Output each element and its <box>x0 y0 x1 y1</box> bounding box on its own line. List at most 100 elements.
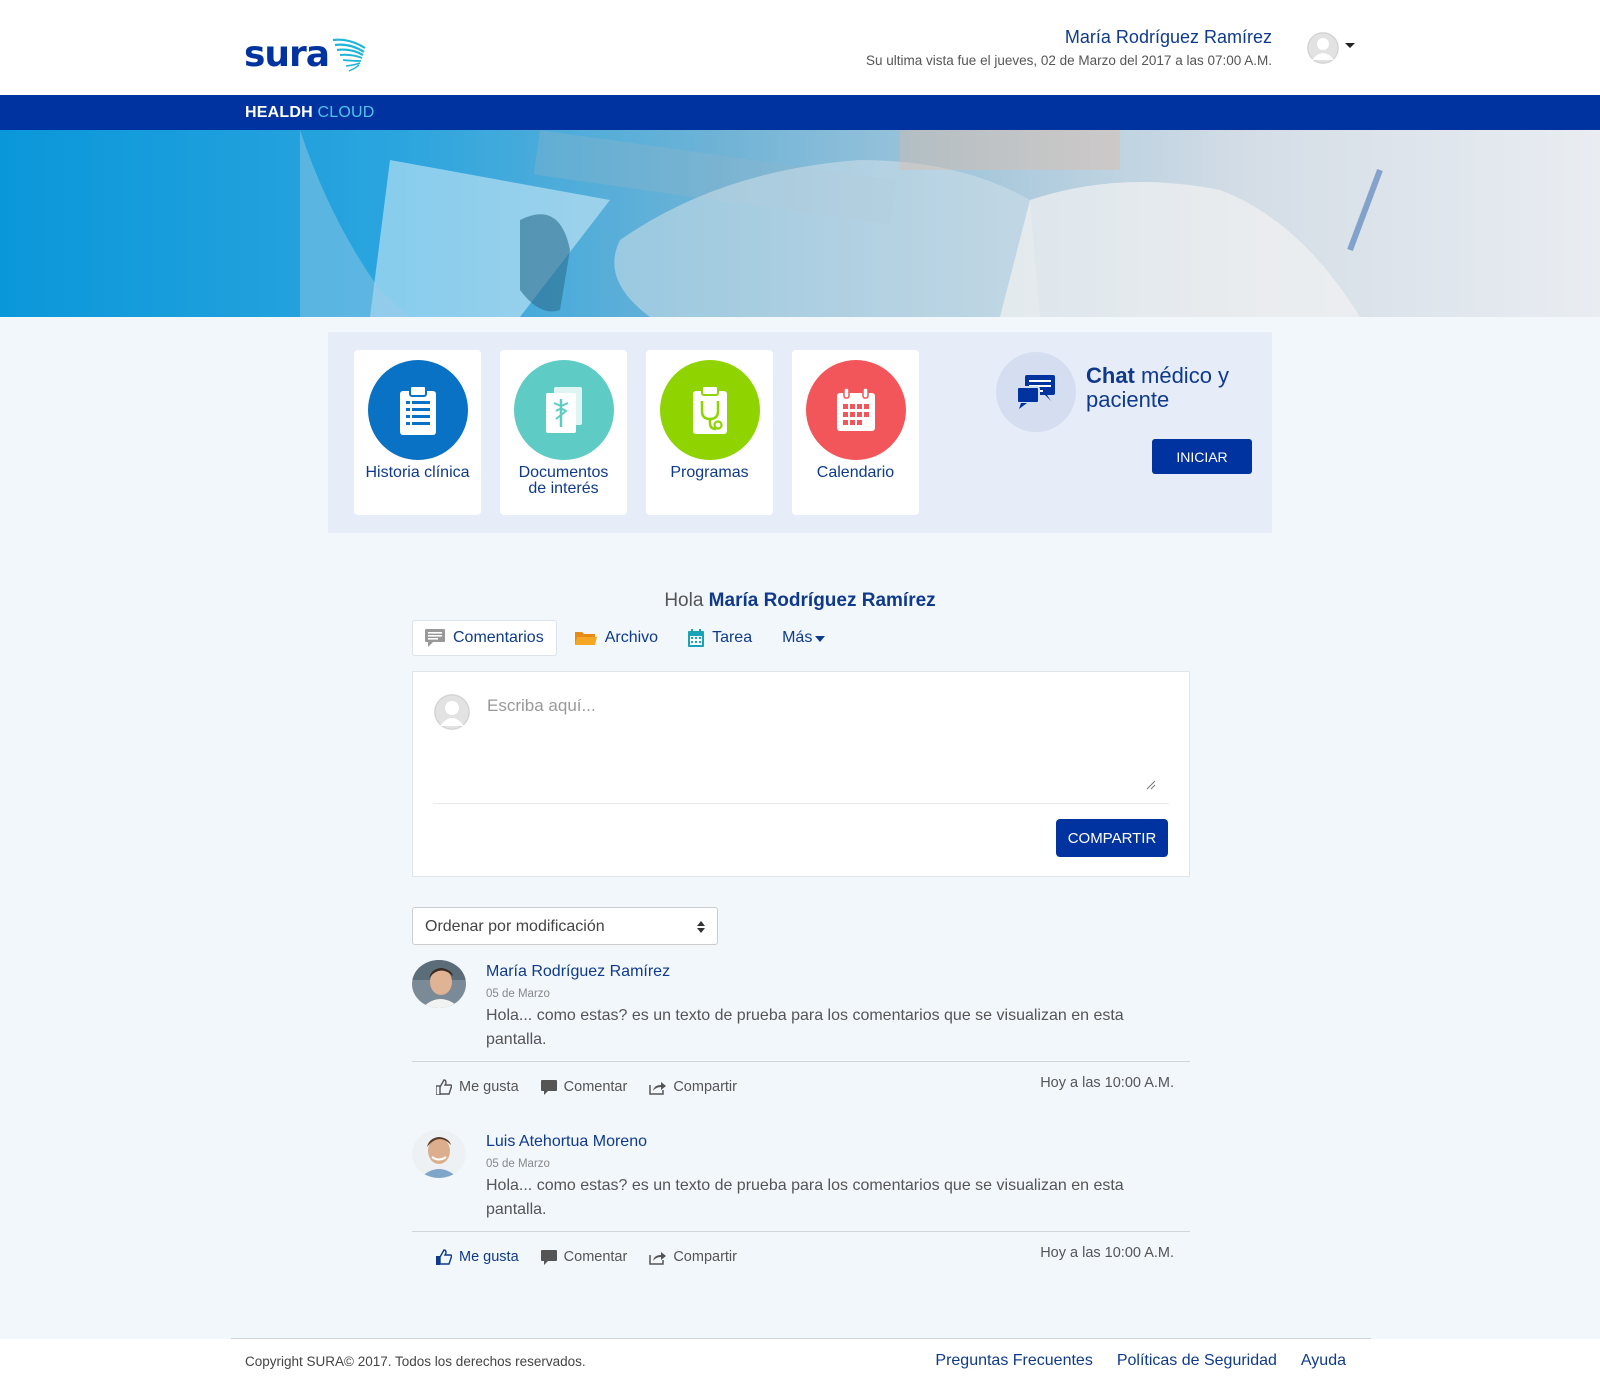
iniciar-chat-button[interactable]: INICIAR <box>1152 439 1252 474</box>
post-text: Hola... como estas? es un texto de prueb… <box>486 1177 1124 1218</box>
brand-main: HEALDH <box>245 104 313 121</box>
share-action[interactable]: Compartir <box>649 1249 737 1265</box>
post-actions: Me gusta Comentar Compartir <box>436 1079 759 1095</box>
share-icon <box>649 1250 667 1265</box>
app-brand[interactable]: HEALDH CLOUD <box>245 104 375 122</box>
greeting: Hola María Rodríguez Ramírez <box>0 590 1600 612</box>
post-author[interactable]: María Rodríguez Ramírez <box>486 963 670 981</box>
post-divider <box>412 1231 1190 1232</box>
share-action[interactable]: Compartir <box>649 1079 737 1095</box>
share-label: Compartir <box>673 1249 737 1265</box>
footer-links: Preguntas Frecuentes Políticas de Seguri… <box>911 1352 1346 1370</box>
thumbs-up-icon <box>436 1079 452 1095</box>
sort-arrows-icon <box>697 921 705 933</box>
thumbs-up-icon <box>436 1249 452 1265</box>
tab-label: Más <box>782 629 813 646</box>
author-avatar[interactable] <box>412 960 466 1008</box>
post-author[interactable]: Luis Atehortua Moreno <box>486 1133 647 1151</box>
tab-archivo[interactable]: Archivo <box>563 620 670 656</box>
person-photo-icon <box>412 960 466 1008</box>
comment-label: Comentar <box>563 1249 628 1265</box>
tile-circle <box>367 360 468 460</box>
brand-accent: CLOUD <box>317 104 375 121</box>
hero-banner-image <box>0 130 1600 317</box>
chevron-down-icon <box>815 635 826 642</box>
tab-mas[interactable]: Más <box>770 620 837 656</box>
like-action[interactable]: Me gusta <box>436 1249 519 1265</box>
folder-icon <box>574 630 597 646</box>
share-label: Compartir <box>673 1079 737 1095</box>
tab-label: Archivo <box>604 629 659 646</box>
user-avatar[interactable] <box>1307 32 1339 64</box>
composer-divider <box>433 803 1169 804</box>
tile-label: Historia clínica <box>365 464 470 481</box>
header-user-name[interactable]: María Rodríguez Ramírez <box>866 26 1272 48</box>
chat-title: Chat médico y paciente <box>1086 364 1266 412</box>
calendar-icon <box>688 629 705 647</box>
tile-programas[interactable]: Programas <box>646 350 773 515</box>
quick-access-panel: Historia clínica Documentos de interés P… <box>328 332 1272 533</box>
calendar-icon <box>836 387 875 431</box>
post-actions: Me gusta Comentar Compartir <box>436 1249 759 1265</box>
greeting-name: María Rodríguez Ramírez <box>708 590 936 611</box>
logo-wing-icon <box>332 38 366 72</box>
composer-avatar <box>434 694 470 730</box>
comment-action[interactable]: Comentar <box>540 1079 628 1095</box>
post-time: Hoy a las 10:00 A.M. <box>1040 1075 1174 1091</box>
chat-title-bold: Chat <box>1086 363 1135 388</box>
footer-link-security-policies[interactable]: Políticas de Seguridad <box>1117 1352 1277 1370</box>
tab-label: Tarea <box>712 629 753 646</box>
share-icon <box>649 1080 667 1095</box>
tab-label: Comentarios <box>453 629 544 646</box>
user-menu-caret-icon[interactable] <box>1345 43 1355 48</box>
logo-text: sura <box>244 33 330 75</box>
sura-logo[interactable]: sura <box>244 30 367 78</box>
tile-label: Calendario <box>816 464 895 481</box>
author-avatar[interactable] <box>412 1130 466 1178</box>
post-composer: COMPARTIR <box>412 671 1190 877</box>
comment-label: Comentar <box>563 1079 628 1095</box>
brand-navbar: HEALDH CLOUD <box>0 95 1600 130</box>
tile-circle <box>659 360 760 460</box>
footer-link-faq[interactable]: Preguntas Frecuentes <box>935 1352 1092 1370</box>
post-type-tabs: Comentarios Archivo Tarea Más <box>412 620 843 656</box>
tab-comentarios[interactable]: Comentarios <box>412 620 557 656</box>
sort-select[interactable]: Ordenar por modificación <box>412 907 718 945</box>
like-label: Me gusta <box>459 1079 519 1095</box>
composer-textarea[interactable] <box>487 696 1157 792</box>
post-date: 05 de Marzo <box>486 1158 550 1170</box>
resize-handle-icon[interactable] <box>1146 780 1156 790</box>
tile-label: Programas <box>670 464 749 481</box>
user-placeholder-icon <box>1307 32 1339 64</box>
post-date: 05 de Marzo <box>486 988 550 1000</box>
tile-circle <box>513 360 614 460</box>
post-time: Hoy a las 10:00 A.M. <box>1040 1245 1174 1261</box>
tile-label: Documentos de interés <box>518 464 609 497</box>
comment-action[interactable]: Comentar <box>540 1249 628 1265</box>
comment-icon <box>425 629 445 647</box>
person-photo-icon <box>412 1130 466 1178</box>
clipboard-icon <box>399 385 436 435</box>
user-placeholder-icon <box>434 694 470 730</box>
user-info: María Rodríguez Ramírez Su ultima vista … <box>866 26 1272 68</box>
post-text: Hola... como estas? es un texto de prueb… <box>486 1007 1124 1048</box>
post-divider <box>412 1061 1190 1062</box>
chat-icon-circle <box>996 352 1076 432</box>
tab-tarea[interactable]: Tarea <box>676 620 764 656</box>
like-label: Me gusta <box>459 1249 519 1265</box>
copyright-text: Copyright SURA© 2017. Todos los derechos… <box>245 1354 586 1369</box>
medical-documents-icon <box>545 387 582 433</box>
last-visit-text: Su ultima vista fue el jueves, 02 de Mar… <box>866 53 1272 68</box>
tile-calendario[interactable]: Calendario <box>792 350 919 515</box>
comment-icon <box>540 1079 557 1095</box>
chat-bubbles-icon <box>1016 375 1055 409</box>
page-footer: Copyright SURA© 2017. Todos los derechos… <box>0 1339 1600 1383</box>
like-action[interactable]: Me gusta <box>436 1079 519 1095</box>
hero-illustration <box>300 130 1383 317</box>
tile-documentos-interes[interactable]: Documentos de interés <box>500 350 627 515</box>
tile-historia-clinica[interactable]: Historia clínica <box>354 350 481 515</box>
footer-link-help[interactable]: Ayuda <box>1301 1352 1346 1370</box>
sort-selected-value: Ordenar por modificación <box>425 918 605 935</box>
greeting-prefix: Hola <box>664 590 709 611</box>
compartir-button[interactable]: COMPARTIR <box>1056 819 1168 857</box>
